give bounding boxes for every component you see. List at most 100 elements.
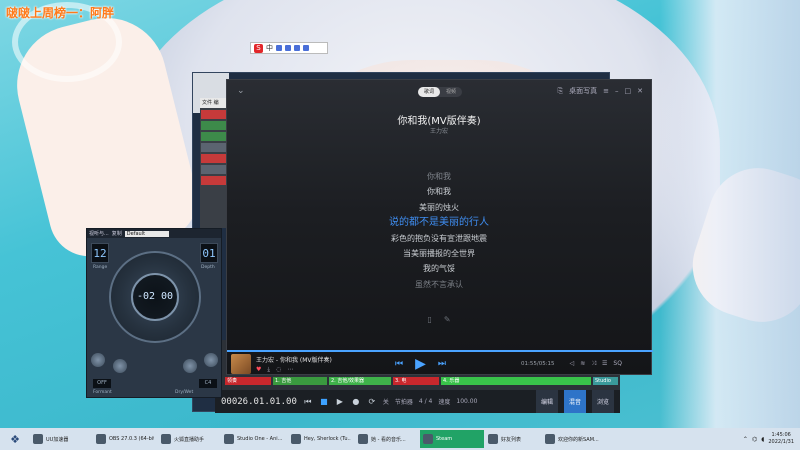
daw-track[interactable]: 3. 电 [393,377,439,385]
lyric-line[interactable]: 你和我 [227,169,651,184]
lyric-line[interactable]: 美丽的烛火 [227,200,651,215]
album-cover[interactable] [231,354,251,374]
playlist-icon[interactable]: ☰ [602,360,607,368]
quality-badge[interactable]: SQ [613,360,622,368]
lyric-line[interactable]: 你和我 [227,184,651,199]
next-track-icon[interactable]: ⏭ [438,359,446,369]
volume-icon[interactable]: ◁ [570,360,575,368]
daw-track[interactable]: Studio [593,377,618,385]
lyric-line[interactable]: 我的气馁 [227,261,651,276]
tab-lyrics[interactable]: 歌词 [418,87,440,97]
mixer-row[interactable] [201,143,229,152]
plugin-header: 视听与... 复制 Default [87,229,221,238]
daw-tab-edit[interactable]: 编辑 [536,390,558,413]
ime-logo-icon[interactable]: S [254,43,263,53]
play-button-icon[interactable]: ▶ [415,356,426,372]
previous-track-icon[interactable]: ⏮ [395,359,403,369]
mixer-row[interactable] [201,132,229,141]
plugin-knob[interactable] [91,353,105,367]
daw-track[interactable]: 2. 吉他/效果器 [329,377,391,385]
daw-track[interactable]: 1. 吉他 [273,377,327,385]
taskbar-item[interactable]: Steam [420,430,484,448]
mixer-row[interactable] [201,176,229,185]
lyrics-video-switch[interactable]: 歌词 视频 [418,87,462,97]
comment-icon[interactable]: ◌ [276,366,281,374]
mixer-row[interactable] [201,121,229,130]
plugin-range-label: Range [93,265,108,270]
favorite-heart-icon[interactable]: ♥ [256,366,261,374]
collapse-chevron-icon[interactable]: ⌄ [237,86,245,96]
network-icon[interactable]: ⌬ [752,436,757,443]
menu-icon[interactable]: ≡ [603,87,609,95]
pitch-shifter-plugin[interactable]: 视听与... 复制 Default 12 Range 01 Depth -02 … [86,228,222,398]
daw-transport-bar: 00026.01.01.00 ⏮ ■ ▶ ● ⟳ 关 节拍器 4 / 4 速度 … [215,390,620,413]
taskbar-item-label: Studio One - Ani... [237,436,283,442]
loop-icon[interactable]: ⟳ [367,397,377,407]
taskbar-item[interactable]: UU加速器 [30,430,92,448]
song-artist[interactable]: 王力宏 [227,126,651,135]
desktop-lyrics-button[interactable]: 桌面写真 [569,86,597,96]
plugin-knob[interactable] [183,359,197,373]
daw-track[interactable]: 领奏 [225,377,271,385]
lyrics-edit-icon[interactable]: ✎ [444,315,451,324]
daw-tab-browse[interactable]: 浏览 [592,390,614,413]
share-icon[interactable]: ⎘ [558,87,564,96]
taskbar-item[interactable]: Hey, Sherlock (Tu... [288,430,354,448]
ime-keyboard-icon[interactable] [294,45,300,51]
clock[interactable]: 1:45:06 2022/1/31 [768,432,794,446]
daw-metronome-label[interactable]: 节拍器 [395,397,413,406]
maximize-icon[interactable]: □ [625,87,632,95]
plugin-menu-label[interactable]: 复制 [112,230,122,237]
mixer-row[interactable] [201,165,229,174]
daw-track[interactable]: 4. 乐器 [441,377,591,385]
ime-skin-icon[interactable] [303,45,309,51]
daw-key-label[interactable]: 关 [383,397,389,406]
taskbar-item[interactable]: OBS 27.0.3 (64-bit... [93,430,157,448]
speaker-icon[interactable]: ◖ [761,436,764,443]
lyric-line-current[interactable]: 说的都不是美丽的行人 [227,215,651,230]
app-icon [423,434,433,444]
play-icon[interactable]: ▶ [335,397,345,407]
stop-icon[interactable]: ■ [319,397,329,407]
plugin-knob[interactable] [204,353,218,367]
plugin-preset-select[interactable]: Default [124,230,169,237]
rewind-icon[interactable]: ⏮ [303,397,313,407]
plugin-knob[interactable] [113,359,127,373]
plugin-range-display[interactable]: 12 [91,243,109,263]
daw-tab-mix[interactable]: 混音 [564,390,586,413]
tab-video[interactable]: 视频 [440,87,462,97]
equalizer-icon[interactable]: ≋ [580,360,585,368]
taskbar-item[interactable]: 欢迎你的新SAM... [542,430,604,448]
now-playing-title[interactable]: 王力宏 - 你和我 (MV版伴奏) [256,355,366,364]
ime-voice-icon[interactable] [285,45,291,51]
mixer-row[interactable] [201,154,229,163]
lyric-line[interactable]: 彩色的抱负没有宣泄跟地震 [227,231,651,246]
plugin-formant-switch[interactable]: OFF [93,379,111,388]
download-icon[interactable]: ⤓ [267,366,270,374]
taskbar-item-label: 火狐直播助手 [174,436,205,443]
taskbar-item[interactable]: 好友列表 [485,430,541,448]
start-button-icon[interactable]: ❖ [0,428,30,450]
ime-mode-label[interactable]: 中 [266,43,273,53]
plugin-key-switch[interactable]: C4 [199,379,217,388]
plugin-header-label[interactable]: 视听与... [89,230,109,237]
mixer-row[interactable] [201,110,229,119]
record-icon[interactable]: ● [351,397,361,407]
ime-punctuation-icon[interactable] [276,45,282,51]
daw-tempo-display[interactable]: 100.00 [456,398,477,405]
ime-toolbar[interactable]: S 中 [250,42,328,54]
lyrics-adjust-icon[interactable]: ▯ [427,315,431,324]
minimize-icon[interactable]: – [615,87,619,95]
music-player-window[interactable]: ⌄ 歌词 视频 ⎘ 桌面写真 ≡ – □ ✕ 你和我(MV版伴奏) 王力宏 你和… [226,79,653,375]
daw-time-display: 00026.01.01.00 [221,396,297,407]
shuffle-icon[interactable]: ⤨ [591,360,596,368]
lyric-line[interactable]: 当美丽播报的全世界 [227,246,651,261]
taskbar-item[interactable]: Studio One - Ani... [221,430,287,448]
close-icon[interactable]: ✕ [637,87,643,95]
tray-expand-icon[interactable]: ⌃ [743,436,748,443]
plugin-depth-display[interactable]: 01 [200,243,218,263]
lyric-line[interactable]: 虽然不言承认 [227,277,651,292]
taskbar-item[interactable]: 她 - 看的音乐... [355,430,419,448]
taskbar-item[interactable]: 火狐直播助手 [158,430,220,448]
more-icon[interactable]: ⋯ [287,366,293,374]
